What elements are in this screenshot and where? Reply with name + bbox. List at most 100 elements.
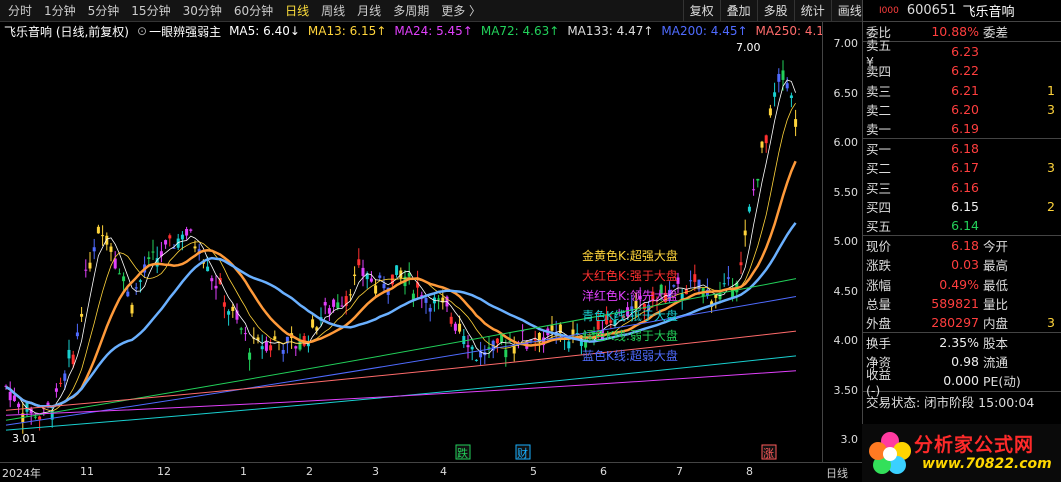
stat-row: 换手 2.35% 股本 [866,335,1009,352]
period-tab-6[interactable]: 日线 [279,0,315,22]
candle [54,383,58,398]
candle [336,294,340,311]
period-tab-1[interactable]: 1分钟 [38,0,82,22]
bids-row: 买五 6.14 [866,217,979,234]
date-tick: 1 [240,465,247,478]
candlestick-canvas[interactable]: 7.00 3.01 金黄色K:超强大盘大红色K:强于大盘洋红色K:领先大盘青色K线:… [0,22,822,462]
candle [722,273,726,287]
tool-button-1[interactable]: 叠加 [719,0,757,22]
price-tick: 3.50 [833,383,859,397]
period-tab-8[interactable]: 月线 [351,0,387,22]
bids-row: 买二 6.17 3 [866,160,1055,177]
candle [701,288,705,304]
candle [17,401,21,414]
candle [96,224,100,234]
event-marker[interactable]: 跌 [455,444,471,460]
low-price-label: 3.01 [12,432,37,445]
price-tick: 5.00 [833,235,859,248]
candle [369,271,373,283]
candle [357,248,361,268]
period-tab-0[interactable]: 分时 [2,0,38,22]
asks-row: 卖四 6.22 [866,63,979,80]
stat-row: 收益(-) 0.000 PE(动) [866,366,1021,398]
candle [88,252,92,272]
candle [298,333,302,352]
asks-row: 卖一 6.19 [866,121,979,138]
candle [113,251,117,270]
candle [487,336,491,358]
candle [726,265,730,286]
color-legend-item: 绿色K线:弱于大盘 [582,328,678,343]
candle [453,321,457,334]
quote-row: 现价 6.18 今开 [866,238,1009,255]
price-axis: 7.00 6.50 6.00 5.50 5.00 4.50 4.00 3.50 3.0 [822,22,862,462]
period-tab-7[interactable]: 周线 [315,0,351,22]
candle [672,284,676,288]
tool-button-2[interactable]: 多股 [756,0,794,22]
candle [483,345,487,365]
date-tick: 4 [440,465,447,478]
svg-text:财: 财 [517,446,528,460]
candle [340,296,344,308]
period-tab-3[interactable]: 15分钟 [125,0,176,22]
candle [432,293,436,312]
flower-logo-icon [869,432,911,474]
date-axis: 2024年 11 12 1 2 3 4 5 6 7 8 日线 [0,462,862,482]
trade-status: 交易状态: 闭市阶段 15:00:04 [866,394,1035,410]
period-tab-10[interactable]: 更多 〉 [435,0,487,22]
candle [256,334,260,344]
candle [134,282,138,295]
date-tick: 7 [676,465,683,478]
candle [8,381,12,408]
period-label[interactable]: 日线 [826,465,848,481]
candle [227,309,231,326]
kline-chart[interactable]: 飞乐音响 (日线,前复权) ⊙ 一眼辨强弱主 MA5: 6.40↓ MA13: 6… [0,22,822,462]
candle [185,226,189,240]
candle [411,289,415,307]
color-legend-item: 金黄色K:超强大盘 [582,248,678,263]
tool-button-0[interactable]: 复权 [682,0,720,22]
quote-row: 涨幅 0.49% 最低 [866,276,1009,293]
price-tick: 6.00 [833,136,859,149]
candle [281,344,285,362]
quote-panel: I000 600651 飞乐音响 委比 10.88% 委差 卖五 ¥6.23 卖四… [862,0,1061,482]
fundamental-stats: 换手 2.35% 股本 净资 0.98 流通 收益(-) 0.000 PE(动) [863,333,1061,398]
candle [168,233,172,247]
candle [151,239,155,260]
candle [84,259,88,278]
candle [214,275,218,300]
event-marker[interactable]: 涨 [761,444,777,460]
tool-button-3[interactable]: 统计 [793,0,831,22]
candle [390,274,394,287]
price-tick: 5.50 [833,185,859,199]
price-tick: 3.0 [840,433,859,446]
color-legend-item: 大红色K:强于大盘 [582,268,678,283]
event-marker[interactable]: 财 [515,444,531,460]
candle [785,77,789,92]
candle [273,330,277,341]
candle [277,341,281,351]
color-legend-item: 青色K线:抵于大盘 [582,308,678,323]
candle [760,140,764,154]
period-tab-5[interactable]: 60分钟 [228,0,279,22]
candle [794,109,798,137]
candle [353,266,357,286]
candle [294,345,298,356]
period-tab-4[interactable]: 30分钟 [177,0,228,22]
period-tab-2[interactable]: 5分钟 [82,0,126,22]
logo-text: 分析家公式网 [914,434,1035,456]
period-tab-9[interactable]: 多周期 [387,0,435,22]
candle [474,359,478,362]
candle [285,336,289,354]
candle [764,134,768,153]
candle [449,312,453,327]
logo-url: www.70822.com [922,456,1052,472]
candle [67,339,71,368]
date-tick: 5 [530,465,537,478]
candle [420,291,424,309]
bids-row: 买三 6.16 [866,179,979,196]
date-tick: 8 [746,465,753,478]
date-tick: 2 [306,465,313,478]
price-tick: 6.50 [833,86,859,100]
price-tick: 4.50 [833,284,859,298]
